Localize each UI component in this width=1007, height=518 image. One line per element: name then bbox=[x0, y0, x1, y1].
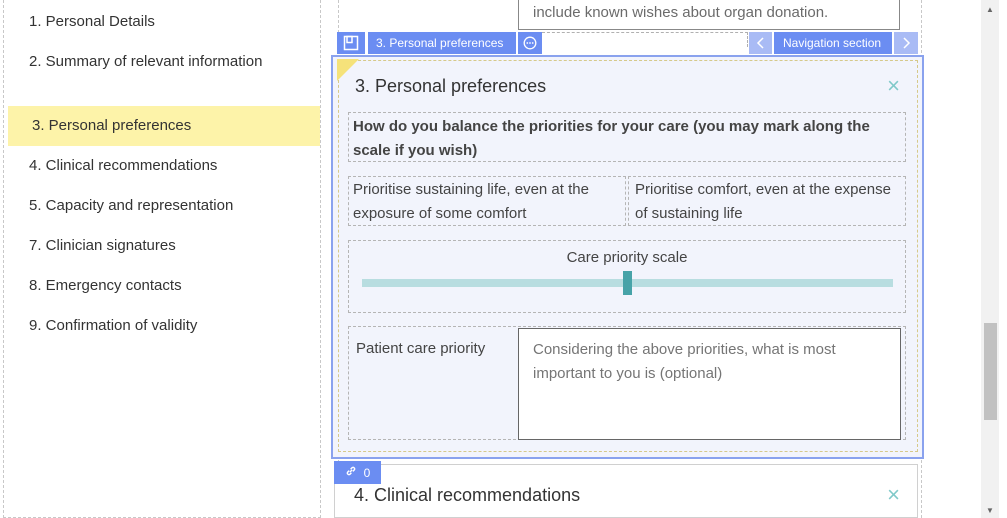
option-prioritise-comfort: Prioritise comfort, even at the expense … bbox=[628, 176, 906, 226]
nav-item-summary[interactable]: 2. Summary of relevant information bbox=[5, 50, 305, 74]
close-icon[interactable]: × bbox=[887, 75, 900, 97]
slider-thumb[interactable] bbox=[623, 271, 632, 295]
organ-donation-field[interactable]: include known wishes about organ donatio… bbox=[518, 0, 900, 30]
slider-label: Care priority scale bbox=[566, 249, 688, 266]
link-badge[interactable]: 0 bbox=[334, 461, 381, 484]
toolbar-spacer bbox=[542, 32, 748, 47]
link-icon bbox=[345, 465, 357, 480]
layout-icon[interactable] bbox=[337, 32, 365, 54]
ellipsis-circle-icon[interactable] bbox=[518, 32, 542, 54]
nav-item-confirmation-validity[interactable]: 9. Confirmation of validity bbox=[5, 314, 317, 338]
patient-care-priority-input[interactable] bbox=[518, 328, 901, 440]
care-priorities-question: How do you balance the priorities for yo… bbox=[348, 112, 906, 162]
next-section-title: 4. Clinical recommendations bbox=[354, 485, 581, 505]
patient-care-priority-label: Patient care priority bbox=[356, 340, 486, 357]
option-sustain-life: Prioritise sustaining life, even at the … bbox=[348, 176, 626, 226]
section-navigation-panel bbox=[3, 0, 321, 518]
nav-item-emergency-contacts[interactable]: 8. Emergency contacts bbox=[5, 274, 317, 298]
section-title: 3. Personal preferences bbox=[355, 76, 547, 96]
care-priority-scale: Care priority scale bbox=[348, 240, 906, 313]
close-icon[interactable]: × bbox=[887, 484, 900, 506]
vertical-scrollbar[interactable]: ▲ ▼ bbox=[981, 0, 999, 518]
nav-item-clinician-signatures[interactable]: 7. Clinician signatures bbox=[5, 234, 317, 258]
nav-item-capacity-representation[interactable]: 5. Capacity and representation bbox=[5, 194, 317, 218]
nav-item-personal-preferences[interactable]: 3. Personal preferences bbox=[8, 106, 320, 146]
clinical-recommendations-section[interactable]: 4. Clinical recommendations × bbox=[334, 464, 918, 518]
scroll-down-arrow-icon[interactable]: ▼ bbox=[981, 504, 999, 518]
scroll-thumb[interactable] bbox=[984, 323, 997, 420]
nav-item-clinical-recommendations[interactable]: 4. Clinical recommendations bbox=[5, 154, 317, 178]
nav-item-personal-details[interactable]: 1. Personal Details bbox=[5, 10, 317, 34]
chevron-right-icon[interactable] bbox=[894, 32, 918, 54]
section-label-tab[interactable]: 3. Personal preferences bbox=[368, 32, 516, 54]
patient-care-priority-row: Patient care priority bbox=[348, 326, 906, 440]
chevron-left-icon[interactable] bbox=[749, 32, 772, 54]
scroll-up-arrow-icon[interactable]: ▲ bbox=[981, 3, 999, 17]
navigation-section-tab[interactable]: Navigation section bbox=[774, 32, 892, 54]
link-count: 0 bbox=[363, 465, 371, 480]
